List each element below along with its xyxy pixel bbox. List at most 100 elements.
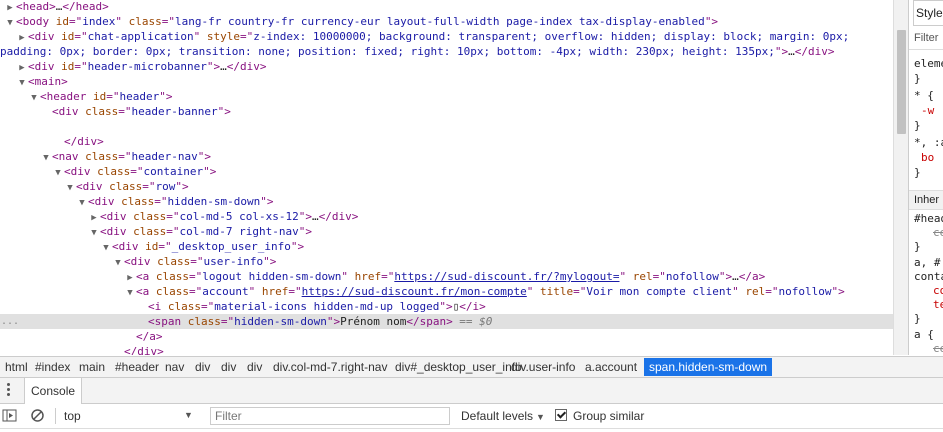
dom-node[interactable]: ▼ <div class="col-md-7 right-nav"> (0, 224, 893, 239)
token-tag: <div (124, 255, 158, 268)
token-av: col-md-5 col-xs-12 (179, 210, 299, 223)
toggle-sidebar-icon[interactable] (2, 408, 17, 423)
token-av: header-microbanner (87, 60, 207, 73)
token-tag: " (619, 270, 633, 283)
drawer-menu-icon[interactable] (6, 383, 12, 398)
context-selector[interactable]: top (64, 404, 81, 428)
dom-node[interactable]: ▼ <main> (0, 74, 893, 89)
token-av: index (82, 15, 116, 28)
dom-node[interactable]: ▼ <div class="container"> (0, 164, 893, 179)
token-av: hidden-sm-down (167, 195, 261, 208)
token-tag: </div> (794, 45, 835, 58)
breadcrumb-item[interactable]: nav (160, 358, 189, 376)
token-av: padding: 0px; border: 0px; transition: n… (0, 45, 775, 58)
token-tag: </div> (64, 135, 104, 148)
token-tag: <header (40, 90, 93, 103)
dom-node-selected[interactable]: <span class="hidden-sm-down">Prénom nom<… (0, 314, 893, 329)
token-an: rel (745, 285, 766, 298)
token-av: header-banner (131, 105, 218, 118)
token-an: title (540, 285, 574, 298)
inherited-rule-line: a, # (914, 256, 941, 269)
token-av: _desktop_user_info (171, 240, 291, 253)
token-tag: =" (166, 210, 180, 223)
token-tag: " (526, 285, 541, 298)
token-tag: =" (161, 15, 175, 28)
token-tag: "> (718, 270, 733, 283)
dom-node[interactable]: </div> (0, 344, 893, 355)
clear-console-icon[interactable] (30, 408, 45, 423)
token-tag: <div (112, 240, 146, 253)
dom-node[interactable]: ▶ <div id="header-microbanner">…</div> (0, 59, 893, 74)
token-tag: </span> (406, 315, 453, 328)
scrollbar-thumb[interactable] (897, 30, 906, 134)
elements-tree[interactable]: ▶ <head>…</head> ▼ <body id="index" class="… (0, 0, 893, 355)
token-an: id (61, 30, 75, 43)
token-tag: " (732, 285, 746, 298)
styles-pane: Style Filter eleme} * {-w} *, :a bo} Inher #h… (908, 0, 943, 355)
breadcrumb-item[interactable]: span.hidden-sm-down (644, 358, 773, 376)
token-tag: <div (88, 195, 122, 208)
dom-node[interactable]: padding: 0px; border: 0px; transition: n… (0, 44, 893, 59)
token-tag: <head> (16, 0, 56, 13)
breadcrumb-item[interactable]: div.user-info (506, 358, 580, 376)
dom-node[interactable]: ▼ <div id="_desktop_user_info"> (0, 239, 893, 254)
token-tag: <div (28, 30, 62, 43)
tab-console[interactable]: Console (24, 378, 83, 404)
token-tag: <nav (52, 150, 86, 163)
token-an: href (261, 285, 289, 298)
inherited-rule-line: co (933, 284, 943, 297)
group-similar-checkbox[interactable] (555, 409, 567, 421)
elements-scrollbar[interactable] (893, 0, 908, 355)
token-tag: </i> (459, 300, 486, 313)
breadcrumb-item[interactable]: html (0, 358, 33, 376)
dom-node[interactable]: <i class="material-icons hidden-md-up lo… (0, 299, 893, 314)
dom-node[interactable]: ▼ <div class="hidden-sm-down"> (0, 194, 893, 209)
dom-node[interactable]: ▼ <div class="row"> (0, 179, 893, 194)
token-tag: </div> (226, 60, 267, 73)
breadcrumb-item[interactable]: main (74, 358, 110, 376)
dom-node[interactable]: ▼ <header id="header"> (0, 89, 893, 104)
token-tag: "> (175, 180, 189, 193)
dom-node[interactable]: </div> (0, 134, 893, 149)
selected-marker: ... (1, 316, 20, 327)
breadcrumb-item[interactable]: #index (30, 358, 75, 376)
breadcrumb-item[interactable]: div.col-md-7.right-nav (268, 358, 392, 376)
breadcrumb-item[interactable]: div (242, 358, 267, 376)
token-an: id (92, 90, 107, 103)
dom-node[interactable] (0, 119, 893, 134)
group-similar-toggle[interactable]: Group similar (555, 404, 644, 428)
breadcrumb-item[interactable]: div (190, 358, 215, 376)
dom-node[interactable]: ▶ <div class="col-md-5 col-xs-12">…</div> (0, 209, 893, 224)
token-av: container (143, 165, 204, 178)
dom-node[interactable]: ▼ <div class="user-info"> (0, 254, 893, 269)
token-an: class (121, 195, 155, 208)
dom-node[interactable]: <div class="header-banner"> (0, 104, 893, 119)
token-lnk[interactable]: https://sud-discount.fr/?mylogout= (394, 270, 619, 283)
dom-node[interactable]: ▼ <body id="index" class="lang-fr country… (0, 14, 893, 29)
console-filter-input[interactable] (210, 407, 450, 425)
log-levels-dropdown[interactable]: Default levels ▼ (461, 404, 545, 428)
token-tag: "> (197, 150, 211, 163)
dom-node[interactable]: ▼ <a class="account" href="https://sud-di… (0, 284, 893, 299)
token-tag: =" (381, 270, 395, 283)
styles-filter[interactable]: Filter (914, 31, 938, 45)
inherited-rule-line: #head (914, 212, 943, 225)
dom-node[interactable]: ▶ <head>…</head> (0, 0, 893, 14)
breadcrumb-item[interactable]: div (216, 358, 241, 376)
dom-node[interactable]: </a> (0, 329, 893, 344)
breadcrumb-item[interactable]: #header (110, 358, 164, 376)
dom-node[interactable]: ▶ <a class="logout hidden-sm-down" href="… (0, 269, 893, 284)
token-tag: <a (136, 285, 156, 298)
token-tag: <div (28, 60, 62, 73)
token-an: style (206, 30, 240, 43)
breadcrumb-item[interactable]: a.account (580, 358, 642, 376)
token-lnk[interactable]: https://sud-discount.fr/mon-compte (302, 285, 527, 298)
token-tag: </head> (62, 0, 109, 13)
dom-node[interactable]: ▼ <nav class="header-nav"> (0, 149, 893, 164)
token-an: class (155, 285, 189, 298)
token-eq: == $0 (452, 315, 493, 328)
token-txt: … (788, 45, 795, 58)
styles-tab[interactable]: Style (913, 0, 943, 26)
dom-node[interactable]: ▶ <div id="chat-application" style="z-ind… (0, 29, 893, 44)
context-dropdown-icon[interactable]: ▼ (184, 410, 193, 420)
